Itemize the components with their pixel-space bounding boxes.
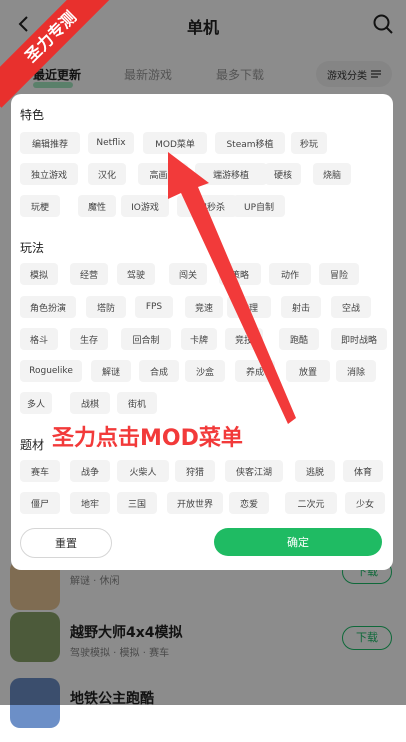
annotation-text: 圣力点击MOD菜单 <box>52 426 243 451</box>
annotation-arrow <box>168 152 296 424</box>
